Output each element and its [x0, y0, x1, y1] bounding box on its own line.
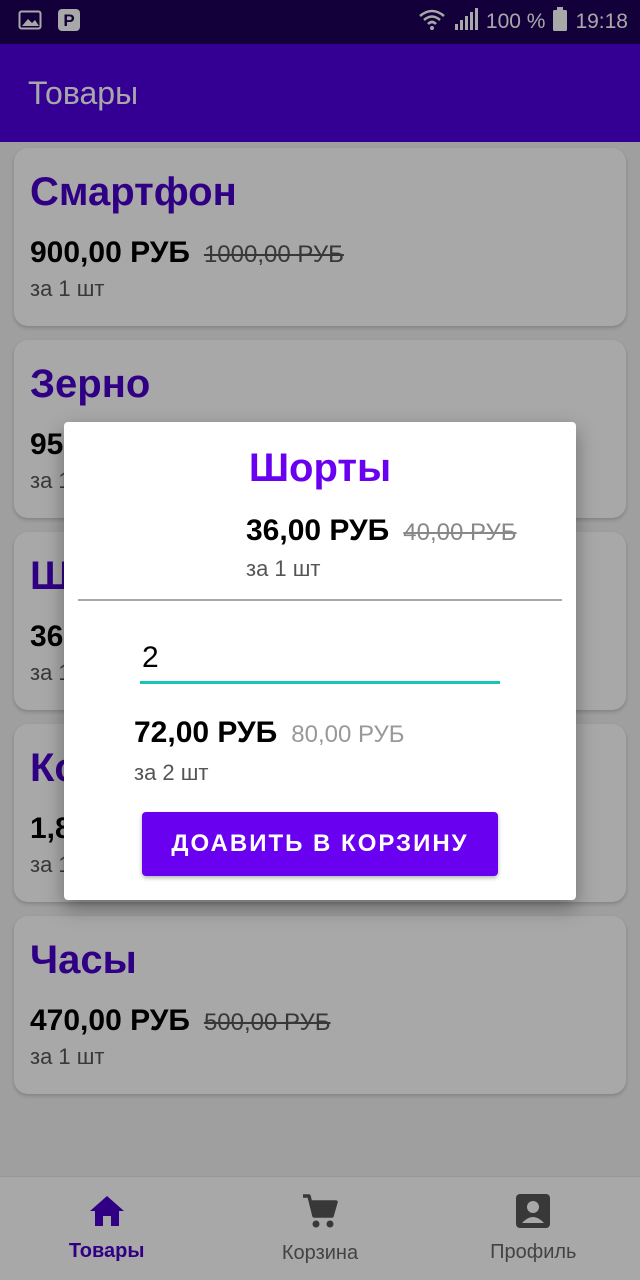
total-old-price: 80,00 РУБ [291, 721, 405, 748]
dialog-divider [78, 599, 562, 601]
add-to-cart-dialog: Шорты 36,00 РУБ 40,00 РУБ за 1 шт 72,00 … [64, 422, 576, 900]
add-to-cart-button[interactable]: ДОАВИТЬ В КОРЗИНУ [142, 812, 498, 876]
dialog-price: 36,00 РУБ [246, 514, 390, 547]
dialog-old-price: 40,00 РУБ [403, 519, 517, 546]
total-price: 72,00 РУБ [134, 716, 278, 749]
dialog-unit-qty: за 1 шт [246, 556, 321, 581]
dialog-title: Шорты [248, 446, 392, 490]
total-qty: за 2 шт [134, 760, 209, 785]
quantity-input[interactable] [140, 634, 500, 684]
